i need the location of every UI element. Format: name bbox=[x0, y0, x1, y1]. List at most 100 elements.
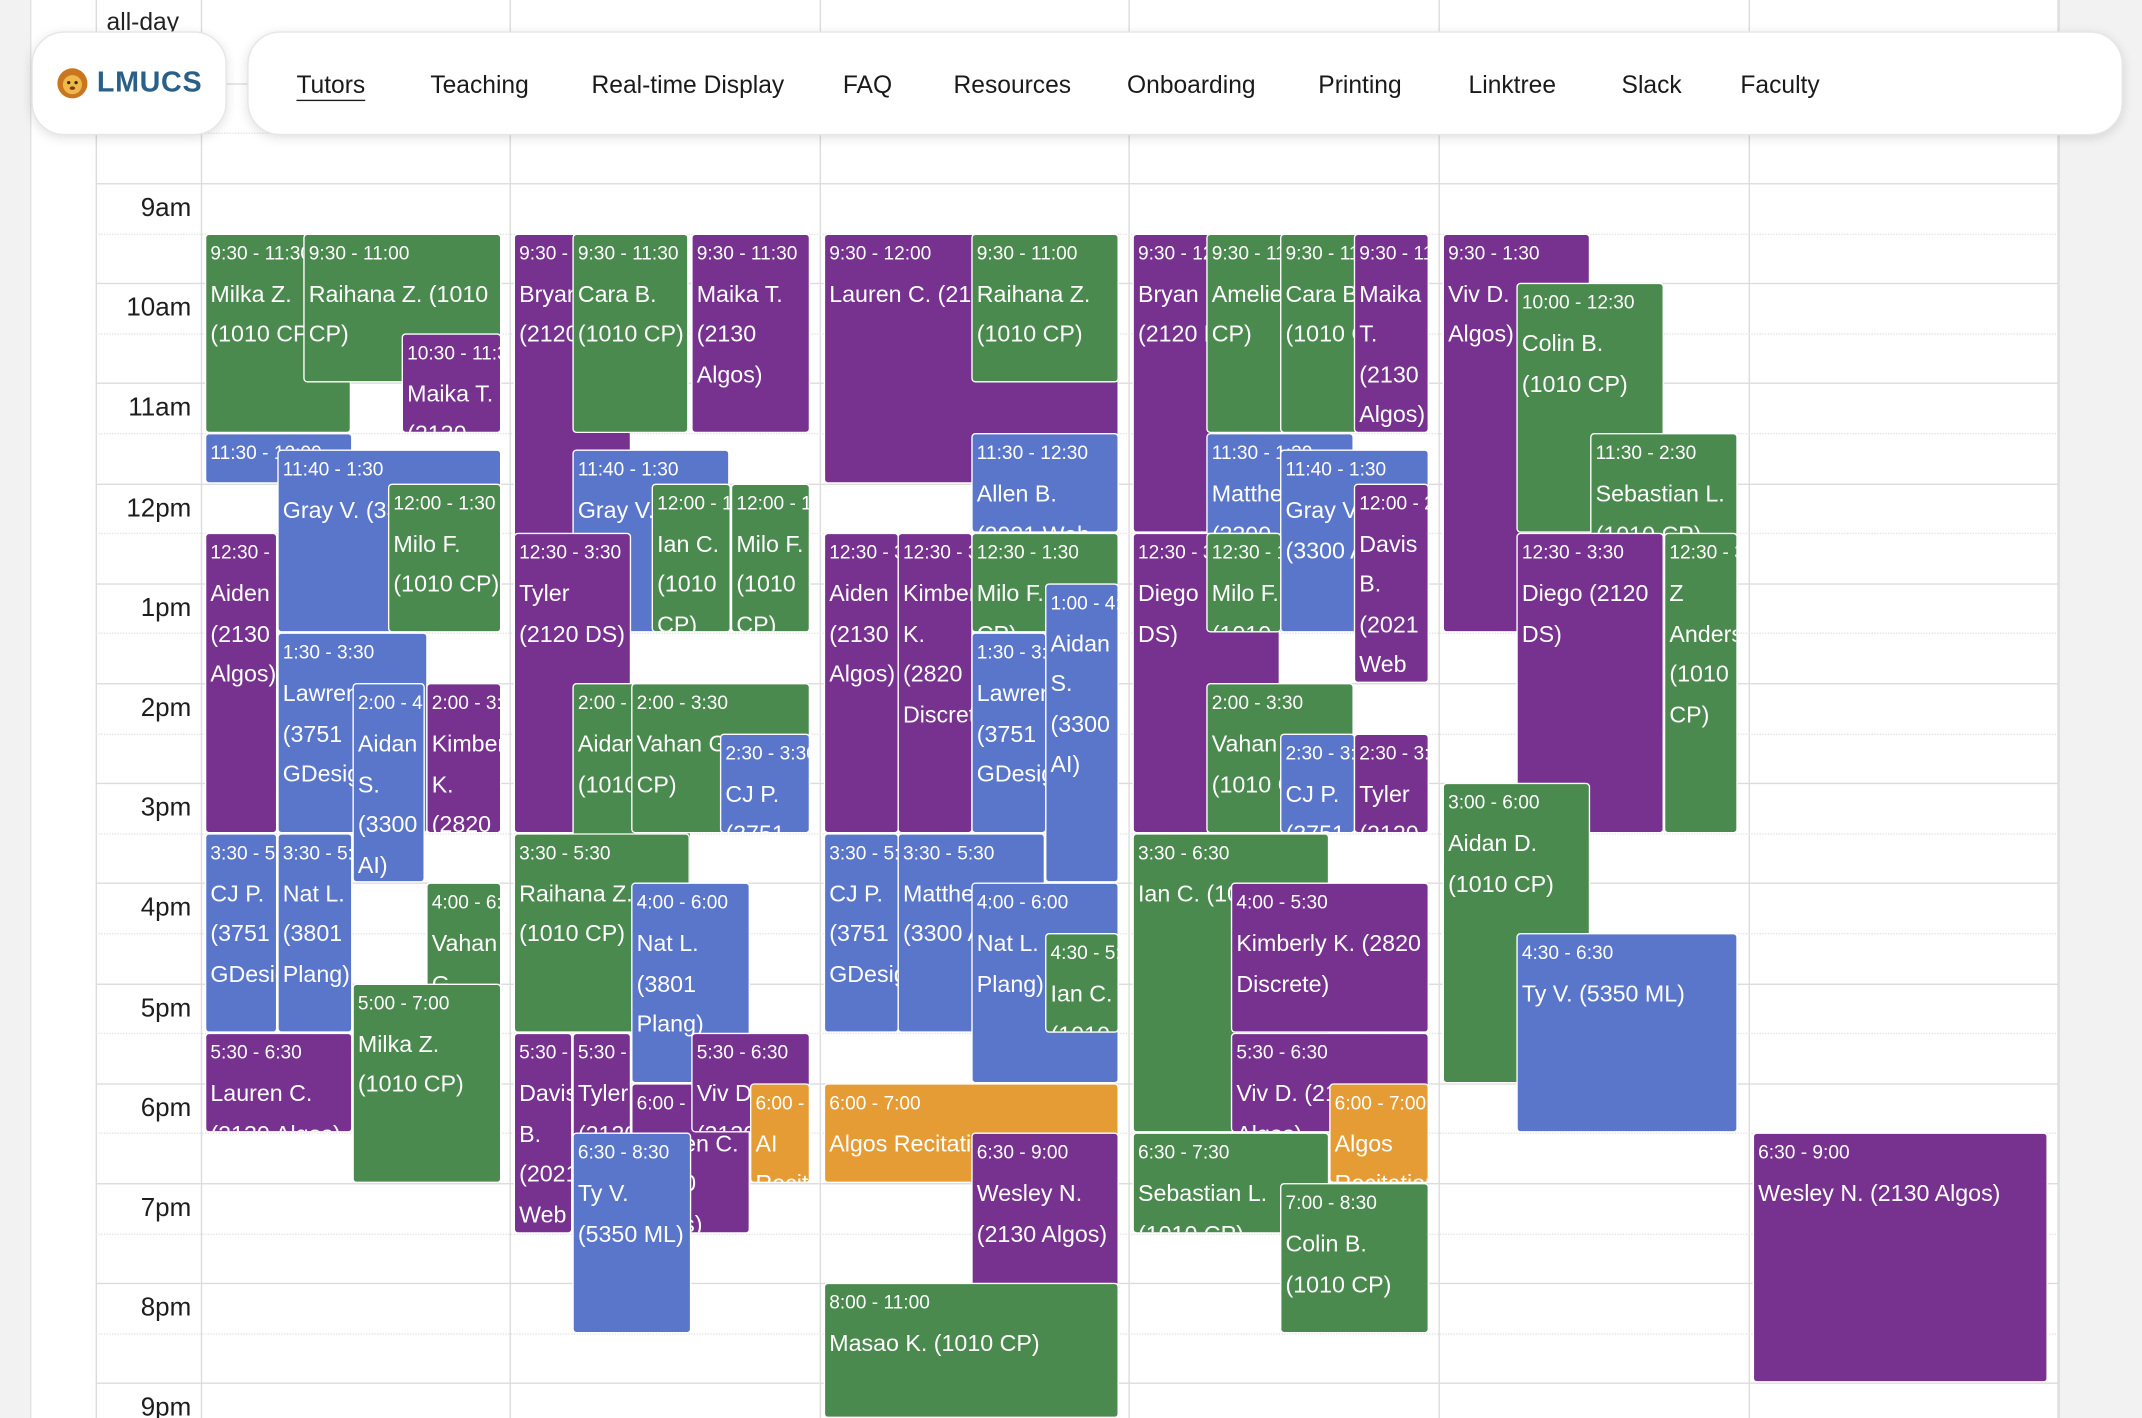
event-block[interactable]: 4:30 - 6:30 Ty V. (5350 ML) bbox=[1516, 933, 1738, 1134]
event-time: 12:30 - 1:30 bbox=[976, 541, 1079, 564]
day-column-divider bbox=[1748, 0, 1750, 1418]
event-block[interactable]: 9:30 - 11:00 Raihana Z. (1010 CP) bbox=[971, 233, 1119, 384]
event-block[interactable]: 6:00 - 7:00 Algos Recitation bbox=[1329, 1083, 1429, 1184]
event-time: 4:00 - 6:00 bbox=[976, 891, 1069, 914]
event-title: Masao K. (1010 CP) bbox=[829, 1330, 1040, 1357]
event-block[interactable]: 9:30 - 11:30 Maika T. (2130 Algos) bbox=[1353, 233, 1429, 434]
event-time: 5:30 - 7:30 bbox=[519, 1041, 571, 1064]
event-title: Lauren C. (2130 Algos) bbox=[210, 1080, 340, 1132]
event-block[interactable]: 7:00 - 8:30 Colin B. (1010 CP) bbox=[1280, 1183, 1429, 1334]
event-time: 12:00 - 1:30 bbox=[736, 491, 808, 514]
event-block[interactable]: 12:00 - 1:30 Milo F. (1010 CP) bbox=[730, 483, 811, 634]
event-block[interactable]: 5:30 - 6:30 Lauren C. (2130 Algos) bbox=[204, 1033, 353, 1134]
time-label: 5pm bbox=[140, 993, 192, 1023]
event-title: Wesley N. (2130 Algos) bbox=[1758, 1180, 2001, 1207]
event-time: 5:30 - 6:30 bbox=[1236, 1041, 1328, 1064]
event-block[interactable]: 12:00 - 1:30 Ian C. (1010 CP) bbox=[651, 483, 731, 634]
time-label: 3pm bbox=[140, 793, 192, 823]
event-block[interactable]: 12:30 - 3:30 Aiden (2130 Algos) bbox=[204, 533, 278, 834]
event-block[interactable]: 4:00 - 5:30 Kimberly K. (2820 Discrete) bbox=[1230, 883, 1429, 1034]
event-block[interactable]: 8:00 - 11:00 Masao K. (1010 CP) bbox=[823, 1283, 1119, 1418]
nav-resources[interactable]: Resources bbox=[954, 71, 1072, 100]
event-time: 5:30 - 6:30 bbox=[210, 1041, 302, 1064]
nav-printing[interactable]: Printing bbox=[1318, 71, 1401, 100]
right-gutter bbox=[2058, 0, 2142, 1418]
event-title: Nat L. (3801 Plang) bbox=[636, 930, 704, 1038]
event-block[interactable]: 9:30 - 11:30 Maika T. (2130 Algos) bbox=[691, 233, 811, 434]
day-column-divider bbox=[1438, 0, 1440, 1418]
event-time: 12:30 - 3:30 bbox=[829, 541, 897, 564]
nav-linktree[interactable]: Linktree bbox=[1469, 71, 1556, 100]
event-block[interactable]: 12:00 - 2:00 Davis B. (2021 Web App) bbox=[1353, 483, 1429, 684]
event-block[interactable]: 1:30 - 3:30 Lawrence (3751 GDesign) bbox=[971, 633, 1047, 834]
event-time: 7:00 - 8:30 bbox=[1285, 1191, 1377, 1214]
event-block[interactable]: 2:00 - 4:00 Aidan S. (3300 AI) bbox=[352, 683, 425, 884]
nav-onboarding[interactable]: Onboarding bbox=[1127, 71, 1256, 100]
nav-faq[interactable]: FAQ bbox=[843, 71, 892, 100]
event-block[interactable]: 6:30 - 9:00 Wesley N. (2130 Algos) bbox=[1752, 1133, 2048, 1384]
event-block[interactable]: 5:00 - 7:00 Milka Z. (1010 CP) bbox=[352, 983, 502, 1184]
nav-slack[interactable]: Slack bbox=[1622, 71, 1682, 100]
left-gutter bbox=[0, 0, 32, 1418]
event-title: Ian C. (1010 CP) bbox=[1050, 980, 1113, 1032]
logo-home-link[interactable]: LMUCS bbox=[31, 31, 227, 136]
event-time: 2:30 - 3:30 bbox=[1359, 741, 1429, 764]
event-block[interactable]: 2:00 - 3:30 Kimberly K. (2820 Discrete) bbox=[426, 683, 502, 834]
time-label: 12pm bbox=[126, 493, 192, 523]
event-block[interactable]: 11:30 - 12:30 Allen B. (2021 Web App) bbox=[971, 433, 1119, 534]
event-title: Milo F. (1010 CP) bbox=[736, 530, 804, 634]
event-block[interactable]: 6:00 - 7:00 AI Recitation bbox=[749, 1083, 811, 1184]
event-block[interactable]: 9:30 - 11:30 Cara B. (1010 CP) bbox=[572, 233, 689, 434]
time-label: 6pm bbox=[140, 1093, 192, 1123]
event-block[interactable]: 3:30 - 5:30 Nat L. (3801 Plang) bbox=[277, 833, 353, 1034]
event-block[interactable]: 12:30 - 3:30 Aiden (2130 Algos) bbox=[823, 533, 899, 834]
event-time: 2:30 - 3:30 bbox=[725, 741, 811, 764]
event-block[interactable]: 6:30 - 8:30 Ty V. (5350 ML) bbox=[572, 1133, 692, 1334]
event-time: 6:30 - 7:30 bbox=[1137, 1141, 1230, 1164]
event-time: 5:30 - 7:00 bbox=[577, 1041, 630, 1064]
event-title: Allen B. (2021 Web App) bbox=[976, 480, 1090, 532]
time-label: 11am bbox=[128, 393, 192, 423]
event-block[interactable]: 3:30 - 5:30 CJ P. (3751 GDesign) bbox=[823, 833, 899, 1034]
event-time: 4:30 - 6:30 bbox=[1521, 941, 1614, 964]
event-block[interactable]: 1:00 - 4:00 Aidan S. (3300 AI) bbox=[1045, 583, 1119, 884]
event-time: 3:30 - 5:30 bbox=[829, 841, 899, 864]
event-block[interactable]: 2:30 - 3:30 CJ P. (3751 GDesign) bbox=[719, 733, 811, 834]
logo-text: LMUCS bbox=[96, 66, 203, 99]
top-navigation: Tutors Teaching Real-time Display FAQ Re… bbox=[247, 31, 2123, 136]
event-time: 10:30 - 11:30 bbox=[407, 341, 500, 364]
event-time: 4:00 - 6:00 bbox=[636, 891, 729, 914]
event-block[interactable]: 12:30 - 3:30 Kimberly K. (2820 Discrete) bbox=[897, 533, 973, 834]
event-title: Colin B. (1010 CP) bbox=[1285, 1230, 1392, 1298]
event-title: Kimberly K. (2820 Discrete) bbox=[902, 580, 971, 728]
time-label: 8pm bbox=[140, 1293, 192, 1323]
event-block[interactable]: 10:30 - 11:30 Maika T. (2130 Algos) bbox=[401, 333, 502, 434]
event-time: 9:30 - 11:00 bbox=[976, 241, 1078, 264]
event-block[interactable]: 2:30 - 3:30 Tyler (2120 DS) bbox=[1353, 733, 1429, 834]
event-block[interactable]: 2:30 - 3:30 CJ P. (3751 GDesign) bbox=[1280, 733, 1356, 834]
event-block[interactable]: 5:30 - 7:30 Davis B. (2021 Web App) bbox=[513, 1033, 573, 1234]
event-block[interactable]: 12:00 - 1:30 Milo F. (1010 CP) bbox=[387, 483, 502, 634]
event-title: Aiden (2130 Algos) bbox=[210, 580, 277, 688]
nav-faculty[interactable]: Faculty bbox=[1740, 71, 1819, 100]
event-block[interactable]: 3:30 - 5:30 CJ P. (3751 GDesign) bbox=[204, 833, 278, 1034]
event-title: Aiden (2130 Algos) bbox=[829, 580, 896, 688]
event-block[interactable]: 4:30 - 5:30 Ian C. (1010 CP) bbox=[1045, 933, 1119, 1034]
event-title: Milo F. (1010 CP) bbox=[393, 530, 500, 598]
event-time: 3:30 - 5:30 bbox=[902, 841, 995, 864]
event-title: Tyler (2120 DS) bbox=[519, 580, 625, 648]
event-block[interactable]: 12:30 - 1:30 Milo F. (1010 CP) bbox=[1206, 533, 1282, 634]
event-block[interactable]: 12:30 - 3:30 Z Anderson (1010 CP) bbox=[1663, 533, 1738, 834]
nav-tutors[interactable]: Tutors bbox=[296, 71, 365, 100]
event-time: 9:30 - 1:30 bbox=[1448, 241, 1540, 264]
event-time: 12:00 - 1:30 bbox=[393, 491, 496, 514]
event-title: Wesley N. (2130 Algos) bbox=[976, 1180, 1108, 1248]
event-title: CJ P. (3751 GDesign) bbox=[725, 780, 784, 832]
day-column-divider bbox=[2057, 0, 2059, 1418]
event-title: Diego (2120 DS) bbox=[1521, 580, 1649, 648]
nav-realtime-display[interactable]: Real-time Display bbox=[592, 71, 785, 100]
nav-teaching[interactable]: Teaching bbox=[430, 71, 528, 100]
event-time: 4:00 - 5:30 bbox=[1236, 891, 1328, 914]
event-time: 6:30 - 9:00 bbox=[1758, 1141, 1850, 1164]
event-time: 12:30 - 3:30 bbox=[519, 541, 622, 564]
